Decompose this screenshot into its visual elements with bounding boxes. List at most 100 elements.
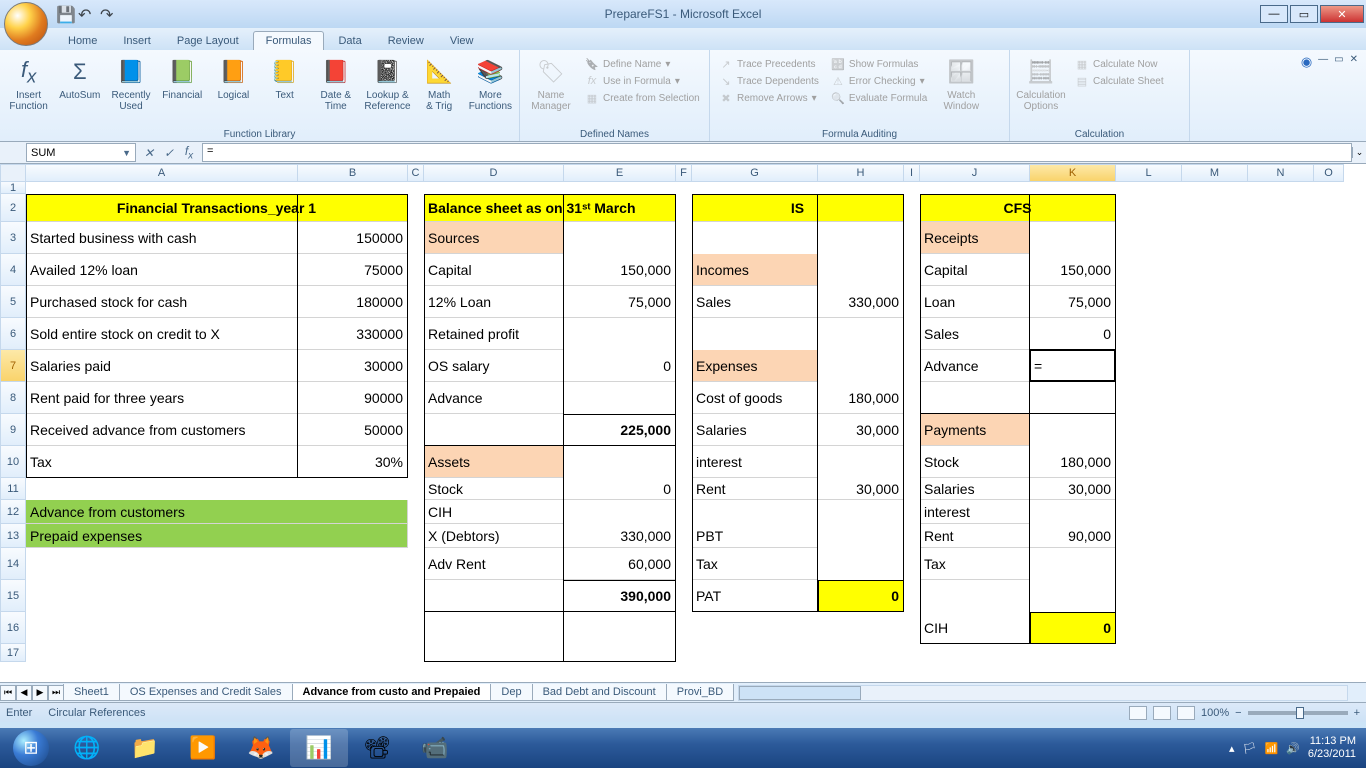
row-header-5[interactable]: 5 bbox=[0, 286, 26, 318]
col-header-I[interactable]: I bbox=[904, 164, 920, 182]
cell-G7[interactable]: Expenses bbox=[692, 350, 818, 382]
network-icon[interactable]: 📶 bbox=[1264, 742, 1278, 755]
cell-B5[interactable]: 180000 bbox=[298, 286, 408, 318]
cell-G15[interactable]: PAT bbox=[692, 580, 818, 612]
normal-view-button[interactable] bbox=[1129, 706, 1147, 720]
cell-B10[interactable]: 30% bbox=[298, 446, 408, 478]
scroll-thumb[interactable] bbox=[739, 686, 861, 700]
cell-G8[interactable]: Cost of goods bbox=[692, 382, 818, 414]
col-header-G[interactable]: G bbox=[692, 164, 818, 182]
taskbar-ie[interactable]: 🌐 bbox=[58, 729, 116, 767]
cell-B3[interactable]: 150000 bbox=[298, 222, 408, 254]
math-trig-button[interactable]: 📐Math & Trig bbox=[417, 52, 462, 112]
cell-D2[interactable]: Balance sheet as on 31ˢᵗ March bbox=[424, 194, 676, 222]
cell-A10[interactable]: Tax bbox=[26, 446, 298, 478]
taskbar-media[interactable]: ▶️ bbox=[174, 729, 232, 767]
row-header-6[interactable]: 6 bbox=[0, 318, 26, 350]
row-header-8[interactable]: 8 bbox=[0, 382, 26, 414]
cell-H5[interactable]: 330,000 bbox=[818, 286, 904, 318]
tab-page-layout[interactable]: Page Layout bbox=[165, 32, 251, 50]
sheet-nav-last[interactable]: ⏭ bbox=[48, 685, 64, 701]
office-button[interactable] bbox=[4, 2, 48, 46]
cell-A12[interactable]: Advance from customers bbox=[26, 500, 408, 524]
taskbar-excel[interactable]: 📊 bbox=[290, 729, 348, 767]
cell-A5[interactable]: Purchased stock for cash bbox=[26, 286, 298, 318]
col-header-H[interactable]: H bbox=[818, 164, 904, 182]
col-header-D[interactable]: D bbox=[424, 164, 564, 182]
cell-E15[interactable]: 390,000 bbox=[564, 580, 676, 612]
cell-D6[interactable]: Retained profit bbox=[424, 318, 564, 350]
cell-J14[interactable]: Tax bbox=[920, 548, 1030, 580]
sheet-tab-2[interactable]: Advance from custo and Prepaied bbox=[292, 684, 492, 701]
cell-K7[interactable]: = bbox=[1030, 350, 1116, 382]
cell-A4[interactable]: Availed 12% loan bbox=[26, 254, 298, 286]
start-button[interactable] bbox=[4, 729, 58, 767]
row-header-9[interactable]: 9 bbox=[0, 414, 26, 446]
tab-formulas[interactable]: Formulas bbox=[253, 31, 325, 50]
cell-D12[interactable]: CIH bbox=[424, 500, 564, 524]
cell-E9[interactable]: 225,000 bbox=[564, 414, 676, 446]
minimize-ribbon-icon[interactable]: — bbox=[1318, 54, 1328, 65]
row-header-4[interactable]: 4 bbox=[0, 254, 26, 286]
sheet-tab-3[interactable]: Dep bbox=[490, 684, 532, 701]
tray-up-icon[interactable]: ▴ bbox=[1229, 742, 1235, 755]
cell-K10[interactable]: 180,000 bbox=[1030, 446, 1116, 478]
cell-A6[interactable]: Sold entire stock on credit to X bbox=[26, 318, 298, 350]
flag-icon[interactable]: 🏳 bbox=[1243, 742, 1257, 755]
spreadsheet-grid[interactable]: ABCDEFGHIJKLMNO 123456789101112131415161… bbox=[0, 164, 1366, 682]
cell-D14[interactable]: Adv Rent bbox=[424, 548, 564, 580]
row-header-7[interactable]: 7 bbox=[0, 350, 26, 382]
cell-E5[interactable]: 75,000 bbox=[564, 286, 676, 318]
close-button[interactable]: ✕ bbox=[1320, 5, 1364, 23]
cell-D10[interactable]: Assets bbox=[424, 446, 564, 478]
cell-G9[interactable]: Salaries bbox=[692, 414, 818, 446]
cell-B4[interactable]: 75000 bbox=[298, 254, 408, 286]
zoom-thumb[interactable] bbox=[1296, 707, 1304, 719]
taskbar-powerpoint[interactable]: 📽 bbox=[348, 729, 406, 767]
row-header-13[interactable]: 13 bbox=[0, 524, 26, 548]
cell-J10[interactable]: Stock bbox=[920, 446, 1030, 478]
row-header-14[interactable]: 14 bbox=[0, 548, 26, 580]
cell-E4[interactable]: 150,000 bbox=[564, 254, 676, 286]
sheet-tab-4[interactable]: Bad Debt and Discount bbox=[532, 684, 667, 701]
cell-G5[interactable]: Sales bbox=[692, 286, 818, 318]
tab-view[interactable]: View bbox=[438, 32, 486, 50]
cell-A7[interactable]: Salaries paid bbox=[26, 350, 298, 382]
date-time-button[interactable]: 📕Date & Time bbox=[313, 52, 358, 112]
cell-G14[interactable]: Tax bbox=[692, 548, 818, 580]
col-header-A[interactable]: A bbox=[26, 164, 298, 182]
cell-B9[interactable]: 50000 bbox=[298, 414, 408, 446]
cell-H9[interactable]: 30,000 bbox=[818, 414, 904, 446]
row-header-3[interactable]: 3 bbox=[0, 222, 26, 254]
cell-J6[interactable]: Sales bbox=[920, 318, 1030, 350]
cell-D7[interactable]: OS salary bbox=[424, 350, 564, 382]
sheet-tab-1[interactable]: OS Expenses and Credit Sales bbox=[119, 684, 293, 701]
cell-G13[interactable]: PBT bbox=[692, 524, 818, 548]
col-header-C[interactable]: C bbox=[408, 164, 424, 182]
cancel-formula-button[interactable]: ✕ bbox=[140, 144, 158, 162]
cell-J13[interactable]: Rent bbox=[920, 524, 1030, 548]
sheet-nav-prev[interactable]: ◀ bbox=[16, 685, 32, 701]
cell-D8[interactable]: Advance bbox=[424, 382, 564, 414]
cell-E14[interactable]: 60,000 bbox=[564, 548, 676, 580]
taskbar-camera[interactable]: 📹 bbox=[406, 729, 464, 767]
cell-D11[interactable]: Stock bbox=[424, 478, 564, 500]
cell-B6[interactable]: 330000 bbox=[298, 318, 408, 350]
cell-G10[interactable]: interest bbox=[692, 446, 818, 478]
cell-A8[interactable]: Rent paid for three years bbox=[26, 382, 298, 414]
cell-H8[interactable]: 180,000 bbox=[818, 382, 904, 414]
sheet-nav-first[interactable]: ⏮ bbox=[0, 685, 16, 701]
col-header-L[interactable]: L bbox=[1116, 164, 1182, 182]
restore-window-icon[interactable]: ▭ bbox=[1334, 54, 1343, 65]
cell-E7[interactable]: 0 bbox=[564, 350, 676, 382]
maximize-button[interactable]: ▭ bbox=[1290, 5, 1318, 23]
redo-icon[interactable]: ↷ bbox=[100, 5, 118, 23]
cell-H11[interactable]: 30,000 bbox=[818, 478, 904, 500]
undo-icon[interactable]: ↶ bbox=[78, 5, 96, 23]
more-functions-button[interactable]: 📚More Functions bbox=[468, 52, 513, 112]
tab-insert[interactable]: Insert bbox=[111, 32, 163, 50]
cell-K6[interactable]: 0 bbox=[1030, 318, 1116, 350]
cell-E11[interactable]: 0 bbox=[564, 478, 676, 500]
save-icon[interactable]: 💾 bbox=[56, 5, 74, 23]
cell-J9[interactable]: Payments bbox=[920, 414, 1030, 446]
